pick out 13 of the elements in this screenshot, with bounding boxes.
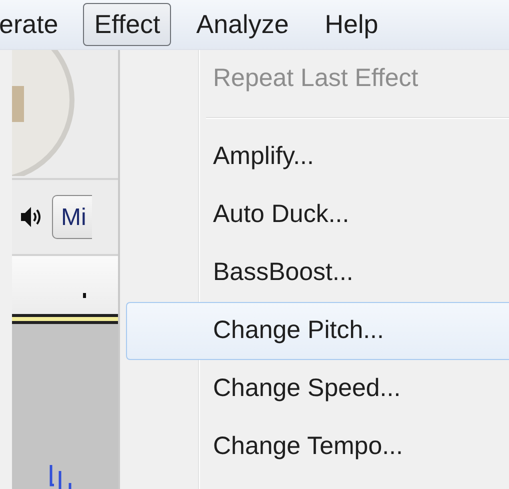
menu-item[interactable]: Change Tempo... xyxy=(126,418,509,476)
menu-bar-item[interactable]: Help xyxy=(314,3,390,46)
speaker-icon[interactable] xyxy=(20,205,42,229)
menu-bar-item[interactable]: erate xyxy=(0,3,70,46)
menu-item[interactable]: BassBoost... xyxy=(126,244,509,302)
menu-item[interactable]: Amplify... xyxy=(126,128,509,186)
menu-bar-item[interactable]: Analyze xyxy=(185,3,300,46)
device-dropdown[interactable]: Mi xyxy=(52,195,92,239)
menu-item[interactable]: Auto Duck... xyxy=(126,186,509,244)
menu-bar-item[interactable]: Effect xyxy=(83,3,172,46)
menu-item[interactable]: Change Speed... xyxy=(126,360,509,418)
ruler-tick xyxy=(83,293,86,298)
menu-item[interactable]: Change Pitch... xyxy=(126,302,509,360)
